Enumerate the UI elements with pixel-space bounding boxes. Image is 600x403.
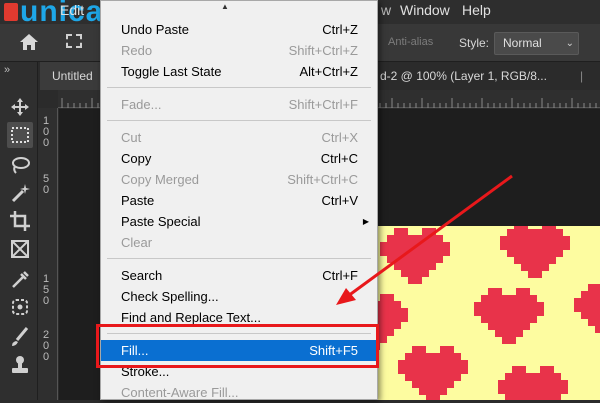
menu-item-copy[interactable]: Copy Ctrl+C: [101, 148, 377, 169]
tab-untitled[interactable]: Untitled: [40, 62, 100, 90]
lasso-tool-icon[interactable]: [7, 152, 33, 178]
menu-item-cut[interactable]: Cut Ctrl+X: [101, 127, 377, 148]
photoshop-app-icon: [4, 3, 18, 21]
tab-separator: |: [580, 69, 584, 83]
healing-brush-tool-icon[interactable]: [7, 294, 33, 320]
marquee-option-icon[interactable]: [66, 34, 82, 48]
menu-item-fade[interactable]: Fade... Shift+Ctrl+F: [101, 94, 377, 115]
ruler-number: 1 5 0: [43, 273, 50, 307]
menu-view-partial[interactable]: w: [381, 0, 391, 24]
move-tool-icon[interactable]: [7, 94, 33, 120]
brush-tool-icon[interactable]: [7, 324, 33, 350]
tools-panel: »: [0, 62, 38, 400]
menu-item-search[interactable]: Search Ctrl+F: [101, 265, 377, 286]
menu-item-redo[interactable]: Redo Shift+Ctrl+Z: [101, 40, 377, 61]
submenu-arrow-icon: ▶: [362, 217, 369, 226]
tab-active-document[interactable]: d-2 @ 100% (Layer 1, RGB/8...: [380, 62, 547, 90]
vertical-ruler: 1 0 0 5 0 1 5 0 2 0 0: [38, 108, 58, 400]
antialias-checkbox-label[interactable]: Anti-alias: [388, 36, 433, 48]
chevron-down-icon: ⌄: [565, 38, 574, 49]
collapse-toolbar-icon[interactable]: »: [4, 64, 10, 76]
scroll-up-icon[interactable]: ▲: [221, 2, 229, 11]
menu-help[interactable]: Help: [462, 0, 491, 24]
pixel-heart: [378, 294, 408, 350]
crop-tool-icon[interactable]: [7, 208, 33, 234]
magic-wand-tool-icon[interactable]: [7, 180, 33, 206]
style-select-value: Normal: [503, 36, 542, 50]
clone-stamp-tool-icon[interactable]: [7, 352, 33, 378]
menu-item-undo-paste[interactable]: Undo Paste Ctrl+Z: [101, 19, 377, 40]
ruler-number: 1 0 0: [43, 115, 50, 149]
pixel-heart: [574, 284, 600, 333]
pixel-heart: [500, 226, 570, 278]
menu-item-toggle-last-state[interactable]: Toggle Last State Alt+Ctrl+Z: [101, 61, 377, 82]
pixel-heart: [380, 228, 450, 284]
eyedropper-tool-icon[interactable]: [7, 266, 33, 292]
pixel-heart: [498, 366, 568, 400]
menu-separator: [107, 87, 371, 88]
style-label: Style:: [459, 36, 490, 50]
menu-separator: [107, 258, 371, 259]
frame-tool-icon[interactable]: [7, 236, 33, 262]
style-select[interactable]: Normal ⌄: [494, 32, 579, 55]
annotation-highlight-box: [96, 324, 379, 368]
pixel-heart: [398, 346, 468, 400]
menu-item-paste[interactable]: Paste Ctrl+V: [101, 190, 377, 211]
ruler-number: 5 0: [43, 173, 50, 196]
menu-item-clear[interactable]: Clear: [101, 232, 377, 253]
menu-item-copy-merged[interactable]: Copy Merged Shift+Ctrl+C: [101, 169, 377, 190]
marquee-tool[interactable]: [7, 122, 33, 148]
menu-edit[interactable]: Edit: [60, 0, 84, 24]
menu-item-check-spelling[interactable]: Check Spelling...: [101, 286, 377, 307]
pixel-heart: [474, 288, 544, 344]
menu-separator: [107, 120, 371, 121]
home-icon[interactable]: [18, 32, 40, 52]
document-artwork[interactable]: [378, 226, 600, 400]
pixel-hearts-image: [378, 226, 600, 400]
menu-window[interactable]: Window: [400, 0, 450, 24]
menu-item-paste-special[interactable]: Paste Special ▶: [101, 211, 377, 232]
rectangular-marquee-icon: [11, 127, 29, 143]
ruler-number: 2 0 0: [43, 329, 50, 363]
